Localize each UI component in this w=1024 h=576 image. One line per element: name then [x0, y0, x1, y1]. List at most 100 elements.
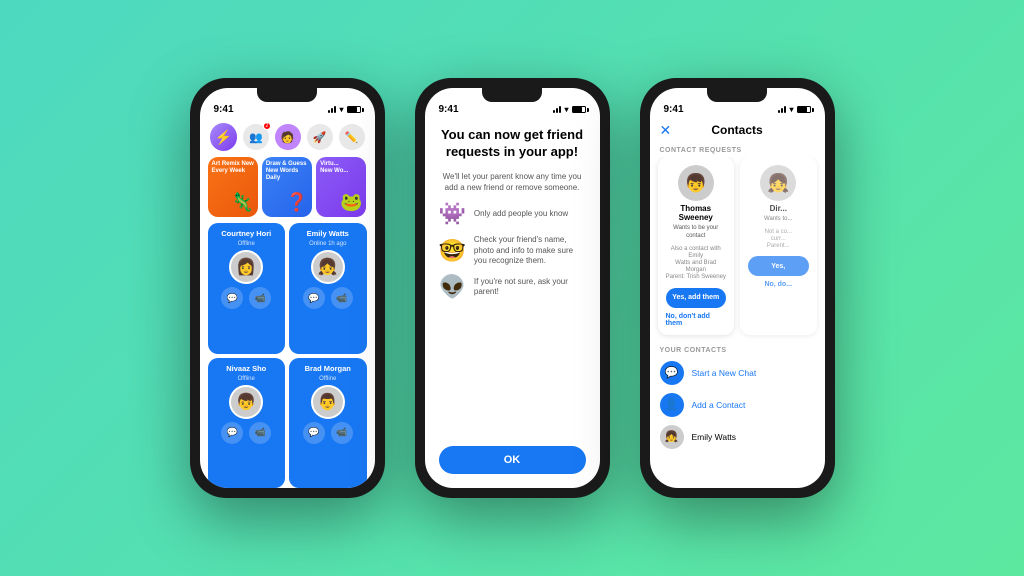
- status-icons-1: ▾: [328, 105, 360, 114]
- request-second: 👧 Dir... Wants to... Not a co...curr...P…: [740, 157, 817, 335]
- close-button[interactable]: ✕: [660, 122, 672, 139]
- battery-fill-2: [573, 107, 583, 112]
- chat-icon: 💬: [660, 361, 684, 385]
- thomas-note: Also a contact with EmilyWatts and Brad …: [666, 246, 727, 282]
- brad-video-btn[interactable]: 📹: [331, 422, 353, 444]
- phone-3: 9:41 ▾ ✕ Contacts CONTACT REQUESTS: [640, 78, 835, 498]
- game-virtual[interactable]: Virtu...New Wo... 🐸: [316, 157, 366, 217]
- thomas-subtitle: Wants to be your contact: [666, 225, 727, 241]
- courtney-chat-btn[interactable]: 💬: [221, 287, 243, 309]
- contact-emily-avatar: 👧: [311, 250, 345, 284]
- contact-nivaaz-name: Nivaaz Sho: [226, 364, 266, 373]
- bar1: [328, 110, 330, 113]
- info-item-1: 👾 Only add people you know: [439, 201, 586, 227]
- edit-icon[interactable]: ✏️: [339, 124, 365, 150]
- contacts-title: Contacts: [711, 123, 762, 137]
- contact-nivaaz: Nivaaz Sho Offline 👦 💬 📹: [208, 358, 286, 489]
- signal-bars-1: [328, 106, 336, 113]
- add-contact-icon: 👤: [660, 393, 684, 417]
- game-art-remix[interactable]: Art Remix New Every Week 🦎: [208, 157, 258, 217]
- bar1-p3: [778, 110, 780, 113]
- contact-requests-section-label: CONTACT REQUESTS: [650, 143, 825, 157]
- brad-chat-btn[interactable]: 💬: [303, 422, 325, 444]
- contact-brad: Brad Morgan Offline 👨 💬 📹: [289, 358, 367, 489]
- emily-video-btn[interactable]: 📹: [331, 287, 353, 309]
- people-icon[interactable]: 👥 2: [243, 124, 269, 150]
- info-emoji-3: 👽: [439, 274, 466, 300]
- emily-list-avatar: 👧: [660, 425, 684, 449]
- messenger-logo: ⚡: [210, 123, 238, 151]
- battery-fill-3: [798, 107, 808, 112]
- emily-watts-item[interactable]: 👧 Emily Watts: [650, 421, 825, 453]
- contact-nivaaz-status: Offline: [238, 376, 255, 382]
- games-row: Art Remix New Every Week 🦎 Draw & GuessN…: [200, 157, 375, 223]
- your-contacts-section-label: YOUR CONTACTS: [650, 343, 825, 357]
- emily-list-text: Emily Watts: [692, 432, 737, 442]
- contact-nivaaz-actions: 💬 📹: [221, 422, 271, 444]
- second-no-button[interactable]: No, do...: [764, 281, 792, 288]
- nivaaz-chat-btn[interactable]: 💬: [221, 422, 243, 444]
- phone-2: 9:41 ▾ You can now get friend requests i…: [415, 78, 610, 498]
- start-chat-item[interactable]: 💬 Start a New Chat: [650, 357, 825, 389]
- bar3: [334, 106, 336, 113]
- status-time-2: 9:41: [439, 104, 459, 115]
- add-contact-text: Add a Contact: [692, 400, 746, 410]
- emily-chat-btn[interactable]: 💬: [303, 287, 325, 309]
- contacts-screen: ✕ Contacts CONTACT REQUESTS 👦 Thomas Swe…: [650, 119, 825, 488]
- game-art-remix-label: Art Remix New Every Week: [212, 161, 258, 175]
- phone-screen-3: 9:41 ▾ ✕ Contacts CONTACT REQUESTS: [650, 88, 825, 488]
- game-art-remix-icon: 🦎: [231, 192, 253, 213]
- thomas-yes-button[interactable]: Yes, add them: [666, 288, 727, 308]
- wifi-icon-1: ▾: [339, 105, 343, 114]
- game-draw-guess-label: Draw & GuessNew Words Daily: [266, 161, 312, 183]
- add-contact-item[interactable]: 👤 Add a Contact: [650, 389, 825, 421]
- second-name: Dir...: [770, 204, 787, 213]
- game-draw-guess[interactable]: Draw & GuessNew Words Daily ❓: [262, 157, 312, 217]
- courtney-video-btn[interactable]: 📹: [249, 287, 271, 309]
- start-chat-text: Start a New Chat: [692, 368, 757, 378]
- phone-screen-1: 9:41 ▾ ⚡ 👥 2 🧑 🚀: [200, 88, 375, 488]
- battery-icon-2: [572, 106, 586, 113]
- status-icons-3: ▾: [778, 105, 810, 114]
- battery-fill-1: [348, 107, 358, 112]
- second-yes-button[interactable]: Yes,: [748, 256, 809, 276]
- bar2: [331, 108, 333, 113]
- ok-button[interactable]: OK: [439, 446, 586, 474]
- phone-1: 9:41 ▾ ⚡ 👥 2 🧑 🚀: [190, 78, 385, 498]
- info-text-2: Check your friend's name, photo and info…: [474, 235, 586, 266]
- contact-emily-name: Emily Watts: [307, 229, 349, 238]
- second-subtitle: Wants to...: [764, 216, 792, 224]
- phone-screen-2: 9:41 ▾ You can now get friend requests i…: [425, 88, 600, 488]
- rocket-icon[interactable]: 🚀: [307, 124, 333, 150]
- phone-notch-3: [707, 88, 767, 102]
- wifi-icon-2: ▾: [564, 105, 568, 114]
- info-screen: You can now get friend requests in your …: [425, 119, 600, 488]
- contact-courtney-avatar: 👩: [229, 250, 263, 284]
- info-items: 👾 Only add people you know 🤓 Check your …: [439, 201, 586, 436]
- battery-icon-3: [797, 106, 811, 113]
- contact-brad-name: Brad Morgan: [305, 364, 351, 373]
- bar2-p3: [781, 108, 783, 113]
- signal-bars-2: [553, 106, 561, 113]
- battery-icon-1: [347, 106, 361, 113]
- thomas-name: Thomas Sweeney: [666, 204, 727, 222]
- info-emoji-2: 🤓: [439, 238, 466, 264]
- request-thomas: 👦 Thomas Sweeney Wants to be your contac…: [658, 157, 735, 335]
- contact-emily-actions: 💬 📹: [303, 287, 353, 309]
- phone-notch-1: [257, 88, 317, 102]
- nivaaz-video-btn[interactable]: 📹: [249, 422, 271, 444]
- status-time-3: 9:41: [664, 104, 684, 115]
- game-virtual-label: Virtu...New Wo...: [320, 161, 348, 175]
- contact-requests-row: 👦 Thomas Sweeney Wants to be your contac…: [650, 157, 825, 343]
- game-virtual-icon: 🐸: [340, 192, 362, 213]
- contact-brad-actions: 💬 📹: [303, 422, 353, 444]
- thomas-no-button[interactable]: No, don't add them: [666, 313, 727, 327]
- phone-notch-2: [482, 88, 542, 102]
- second-avatar: 👧: [760, 165, 796, 201]
- bar1-p2: [553, 110, 555, 113]
- status-time-1: 9:41: [214, 104, 234, 115]
- info-subtitle: We'll let your parent know any time you …: [439, 171, 586, 193]
- contact-emily: Emily Watts Online 1h ago 👧 💬 📹: [289, 223, 367, 354]
- info-item-2: 🤓 Check your friend's name, photo and in…: [439, 235, 586, 266]
- user-avatar-icon[interactable]: 🧑: [275, 124, 301, 150]
